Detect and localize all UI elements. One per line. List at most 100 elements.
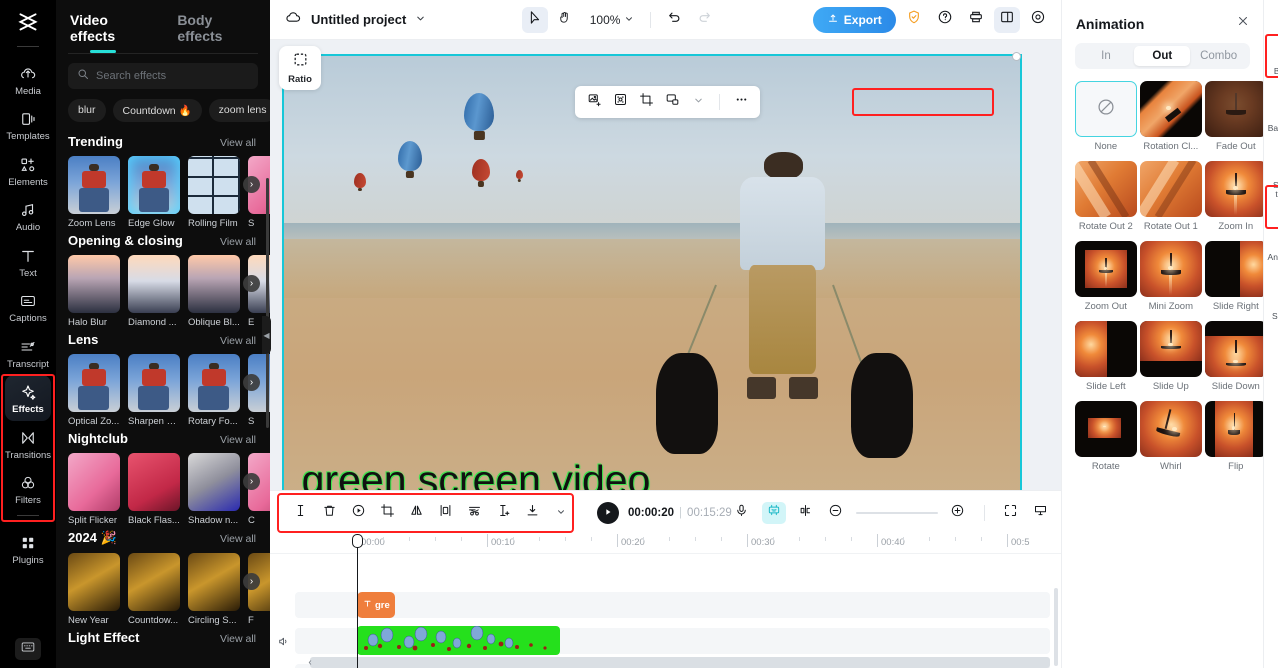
sidebar-item-plugins[interactable]: Plugins (5, 526, 51, 571)
effect-card[interactable]: Split Flicker (68, 453, 120, 526)
animation-item-slide-up[interactable]: Slide Up (1139, 321, 1202, 392)
effect-card[interactable]: Rotary Fo... (188, 354, 240, 427)
animation-item-zoom-in[interactable]: Zoom In (1204, 161, 1263, 232)
cut-button[interactable] (464, 503, 484, 523)
green-screen-clip[interactable] (357, 626, 560, 655)
timeline-vertical-scrollbar[interactable] (1053, 588, 1058, 666)
sidebar-item-elements[interactable]: Elements (5, 148, 51, 193)
select-tool-button[interactable] (521, 6, 548, 33)
sidebar-item-effects[interactable]: Effects (5, 375, 51, 421)
hand-tool-button[interactable] (552, 7, 578, 33)
sidebar-item-transitions[interactable]: Transitions (5, 421, 51, 466)
zoom-out-button[interactable] (826, 503, 846, 523)
playhead-handle[interactable] (352, 534, 363, 548)
effect-card[interactable]: Oblique Bl... (188, 255, 240, 328)
more-options-button[interactable] (730, 91, 752, 113)
animation-item-rotation-clockwise[interactable]: Rotation Cl... (1139, 81, 1202, 152)
rrail-item-animation[interactable]: Animat... (1265, 222, 1278, 267)
tab-combo[interactable]: Combo (1190, 46, 1246, 66)
freeze-frame-button[interactable] (493, 503, 513, 523)
animation-item-rotate[interactable]: Rotate (1074, 401, 1137, 472)
crop-button[interactable] (635, 91, 657, 113)
effect-card[interactable]: Optical Zo... (68, 354, 120, 427)
panel-resize-handle[interactable]: ◀ (262, 316, 271, 354)
rrail-item-smart-tools[interactable]: Smart tools (1265, 150, 1278, 205)
auto-fit-button[interactable] (609, 91, 631, 113)
view-all-link[interactable]: View all (220, 335, 256, 347)
tab-body-effects[interactable]: Body effects (175, 8, 256, 53)
chevron-right-icon[interactable]: › (243, 473, 260, 490)
chip-blur[interactable]: blur (68, 99, 106, 122)
export-button[interactable]: Export (812, 6, 896, 33)
effect-card[interactable]: Countdow... (128, 553, 180, 626)
view-all-link[interactable]: View all (220, 633, 256, 645)
effect-card[interactable]: Shadow n... (188, 453, 240, 526)
view-all-link[interactable]: View all (220, 533, 256, 545)
animation-item-fade-out[interactable]: Fade Out (1204, 81, 1263, 152)
effects-scrollbar[interactable] (266, 178, 269, 428)
fullscreen-button[interactable] (1001, 503, 1021, 523)
effect-card[interactable]: Zoom Lens (68, 156, 120, 229)
timeline-zoom-slider[interactable] (855, 511, 938, 514)
chevron-down-icon[interactable] (415, 11, 426, 29)
sidebar-item-captions[interactable]: Captions (5, 284, 51, 329)
zoom-in-button[interactable] (948, 503, 968, 523)
keyboard-shortcuts-button[interactable] (15, 638, 41, 660)
effect-card[interactable]: Rolling Film (188, 156, 240, 229)
tab-video-effects[interactable]: Video effects (68, 8, 151, 53)
flip-button[interactable] (435, 503, 455, 523)
tab-in[interactable]: In (1078, 46, 1134, 66)
effect-card[interactable]: New Year (68, 553, 120, 626)
sidebar-item-text[interactable]: Text (5, 239, 51, 284)
text-clip[interactable]: gre (357, 592, 395, 618)
rrail-item-background[interactable]: Backgr... (1265, 93, 1278, 138)
resize-handle-tr[interactable] (1012, 52, 1021, 61)
animation-item-none[interactable]: None (1074, 81, 1137, 152)
delete-button[interactable] (319, 503, 339, 523)
rrail-item-basic[interactable]: Basic (1265, 36, 1278, 81)
help-button[interactable] (932, 7, 958, 33)
animation-item-rotate-out-2[interactable]: Rotate Out 2 (1074, 161, 1137, 232)
speaker-icon[interactable] (276, 634, 291, 649)
present-button[interactable] (1031, 503, 1051, 523)
record-voiceover-button[interactable] (732, 503, 752, 523)
sidebar-item-templates[interactable]: Templates (5, 102, 51, 147)
tab-out[interactable]: Out (1134, 46, 1191, 66)
animation-item-whirl[interactable]: Whirl (1139, 401, 1202, 472)
print-button[interactable] (963, 7, 989, 33)
split-audio-button[interactable] (796, 503, 816, 523)
image-add-button[interactable] (583, 91, 605, 113)
search-input[interactable] (96, 70, 249, 82)
close-icon[interactable] (1236, 14, 1250, 33)
settings-button[interactable] (1025, 7, 1051, 33)
picture-in-picture-button[interactable] (661, 91, 683, 113)
chip-countdown[interactable]: Countdown 🔥 (112, 99, 202, 122)
speed-button[interactable] (348, 503, 368, 523)
effect-card[interactable]: Diamond ... (128, 255, 180, 328)
chevron-right-icon[interactable]: › (243, 176, 260, 193)
animation-item-flip[interactable]: Flip (1204, 401, 1263, 472)
ratio-button[interactable]: Ratio (279, 46, 321, 90)
search-effects-box[interactable] (68, 63, 258, 89)
effect-card[interactable]: Black Flas... (128, 453, 180, 526)
sidebar-item-media[interactable]: Media (5, 57, 51, 102)
undo-button[interactable] (661, 7, 687, 33)
sidebar-item-filters[interactable]: Filters (5, 466, 51, 511)
animation-item-slide-down[interactable]: Slide Down (1204, 321, 1263, 392)
animation-item-slide-right[interactable]: Slide Right (1204, 241, 1263, 312)
animation-item-mini-zoom[interactable]: Mini Zoom (1139, 241, 1202, 312)
animation-item-rotate-out-1[interactable]: Rotate Out 1 (1139, 161, 1202, 232)
effect-card[interactable]: Sharpen E... (128, 354, 180, 427)
crop-button[interactable] (377, 503, 397, 523)
timeline-ruler[interactable]: 00:00 00:10 00:20 00:30 00:40 00:5 (270, 534, 1061, 554)
effects-scroll-area[interactable]: Trending View all Zoom Lens Edge Glow Ro… (56, 134, 270, 668)
download-chevron-button[interactable] (551, 503, 571, 523)
playhead[interactable] (352, 534, 363, 668)
chevron-left-icon[interactable]: ‹ (304, 656, 316, 668)
effect-card[interactable]: Edge Glow (128, 156, 180, 229)
project-info[interactable]: Untitled project (284, 8, 426, 31)
view-all-link[interactable]: View all (220, 434, 256, 446)
redo-button[interactable] (691, 7, 717, 33)
view-all-link[interactable]: View all (220, 236, 256, 248)
view-all-link[interactable]: View all (220, 137, 256, 149)
